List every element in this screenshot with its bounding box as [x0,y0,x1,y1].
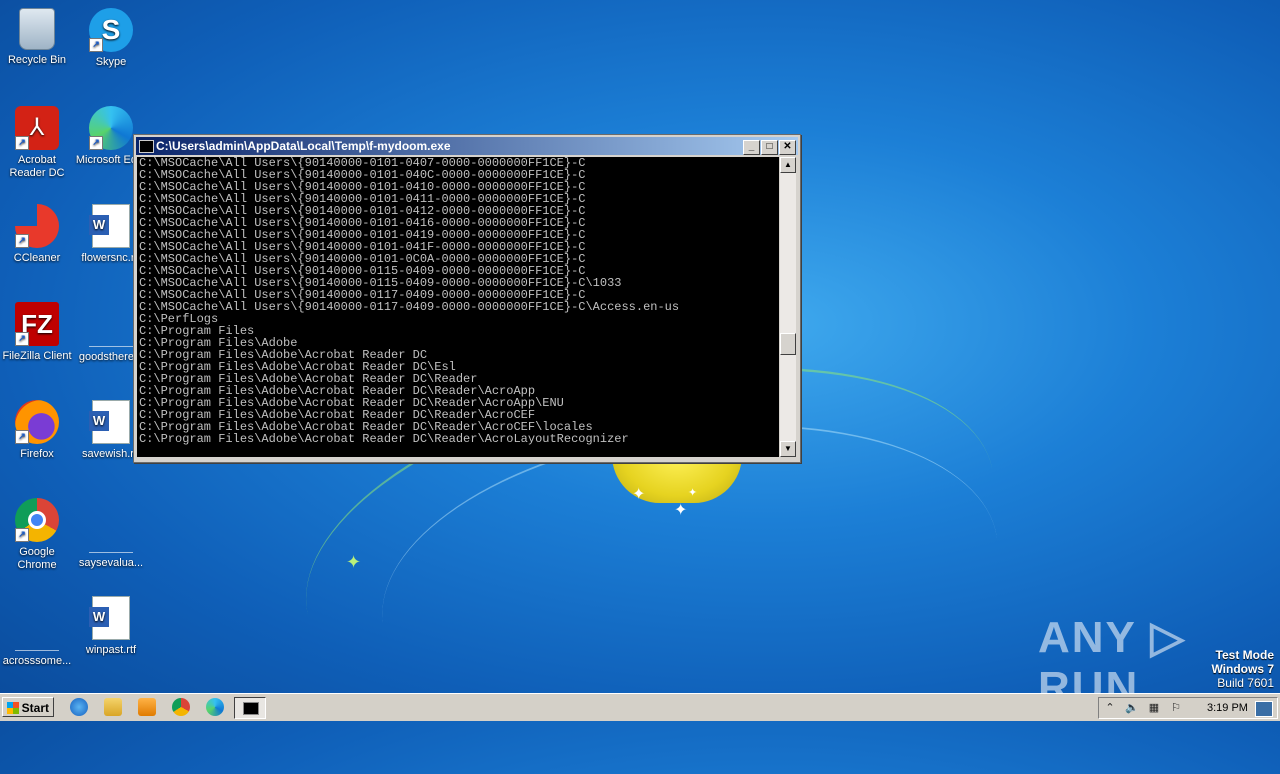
recycle-bin-icon [19,8,55,50]
desktop-icon-winpast[interactable]: winpast.rtf [74,596,148,657]
start-label: Start [21,701,49,715]
show-desktop-icon[interactable] [1255,701,1273,717]
file-icon [15,606,59,651]
desktop-icon-filezilla[interactable]: FZ ↗ FileZilla Client [0,302,74,363]
window-titlebar[interactable]: C:\Users\admin\AppData\Local\Temp\f-mydo… [136,137,798,155]
clock[interactable]: 3:19 PM [1207,698,1248,718]
word-document-icon [89,596,130,640]
internet-explorer-icon[interactable] [70,698,88,716]
close-button[interactable]: ✕ [779,140,796,155]
skype-icon: S ↗ [89,8,133,52]
desktop-icon-label: Acrobat Reader DC [9,154,65,179]
test-mode-notice: Test Mode Windows 7 Build 7601 [1211,648,1274,690]
desktop-icon-label: saysevalua... [78,557,144,569]
desktop-icon-label: CCleaner [13,252,61,264]
desktop-icon-label: acrosssome... [2,655,72,667]
desktop-icon-label: FileZilla Client [2,350,72,362]
folder-icon[interactable] [104,698,122,716]
desktop-icon-firefox[interactable]: ↗ Firefox [0,400,74,461]
minimize-button[interactable]: _ [743,140,760,155]
sparkle-icon: ✦ [688,487,698,499]
word-document-icon [89,400,130,444]
os-name-label: Windows 7 [1211,662,1274,676]
acrobat-icon: ⅄ ↗ [15,106,59,150]
scrollbar-thumb[interactable] [780,333,796,355]
windows-flag-icon [7,702,19,714]
action-center-flag-icon[interactable]: ⚐ [1169,701,1183,715]
edge-icon: ↗ [89,106,133,150]
chrome-icon[interactable] [172,698,190,716]
scroll-up-arrow-icon[interactable]: ▲ [780,157,796,173]
test-mode-label: Test Mode [1215,648,1274,662]
ccleaner-icon: ↗ [15,204,59,248]
console-line: C:\Program Files\Adobe\Acrobat Reader DC… [139,432,629,446]
console-output[interactable]: C:\MSOCache\All Users\{90140000-0101-040… [137,157,779,457]
network-icon[interactable]: ▦ [1147,701,1161,715]
build-label: Build 7601 [1217,676,1274,690]
shortcut-arrow-icon: ↗ [89,136,103,150]
sparkle-icon: ✦ [346,552,362,572]
desktop-icon-chrome[interactable]: ↗ Google Chrome [0,498,74,572]
desktop-icon-label: Firefox [20,448,54,460]
desktop-icon-ccleaner[interactable]: ↗ CCleaner [0,204,74,265]
maximize-button[interactable]: □ [761,140,778,155]
desktop-icon-saysevalua[interactable]: saysevalua... [74,508,148,570]
start-button[interactable]: Start [2,697,54,717]
console-window[interactable]: C:\Users\admin\AppData\Local\Temp\f-mydo… [133,134,801,463]
desktop-icon-acrosssome[interactable]: acrosssome... [0,606,74,668]
desktop-icon-label: Google Chrome [17,546,57,571]
system-tray: ⌃ 🔈 ▦ ⚐ 3:19 PM [1098,697,1278,719]
firefox-icon: ↗ [15,400,59,444]
word-document-icon [89,204,130,248]
shortcut-arrow-icon: ↗ [15,528,29,542]
desktop-icon-label: Skype [95,56,127,68]
show-hidden-icons-icon[interactable]: ⌃ [1103,701,1117,715]
desktop-icon-label: winpast.rtf [85,644,137,656]
window-title: C:\Users\admin\AppData\Local\Temp\f-mydo… [156,139,451,153]
media-player-icon[interactable] [138,698,156,716]
shortcut-arrow-icon: ↗ [15,136,29,150]
console-app-icon [139,140,154,153]
shortcut-arrow-icon: ↗ [15,430,29,444]
desktop-icon-label: Recycle Bin [7,54,67,66]
desktop-icon-recycle-bin[interactable]: Recycle Bin [0,8,74,67]
vertical-scrollbar[interactable]: ▲ ▼ [780,157,796,457]
shortcut-arrow-icon: ↗ [15,332,29,346]
filezilla-icon: FZ ↗ [15,302,59,346]
chrome-icon: ↗ [15,498,59,542]
console-line: C:\MSOCache\All Users\{90140000-0117-040… [139,300,680,314]
sparkle-icon: ✦ [674,502,688,519]
sparkle-icon: ✦ [632,486,646,503]
file-icon [89,302,133,347]
scroll-down-arrow-icon[interactable]: ▼ [780,441,796,457]
shortcut-arrow-icon: ↗ [15,234,29,248]
taskbar: Start ⌃ 🔈 ▦ ⚐ 3:19 PM [0,693,1280,721]
desktop-icon-skype[interactable]: S ↗ Skype [74,8,148,69]
shortcut-arrow-icon: ↗ [89,38,103,52]
file-icon [89,508,133,553]
edge-icon[interactable] [206,698,224,716]
volume-icon[interactable]: 🔈 [1125,701,1139,715]
desktop-icon-acrobat[interactable]: ⅄ ↗ Acrobat Reader DC [0,106,74,180]
taskbar-console-button[interactable] [234,697,266,719]
